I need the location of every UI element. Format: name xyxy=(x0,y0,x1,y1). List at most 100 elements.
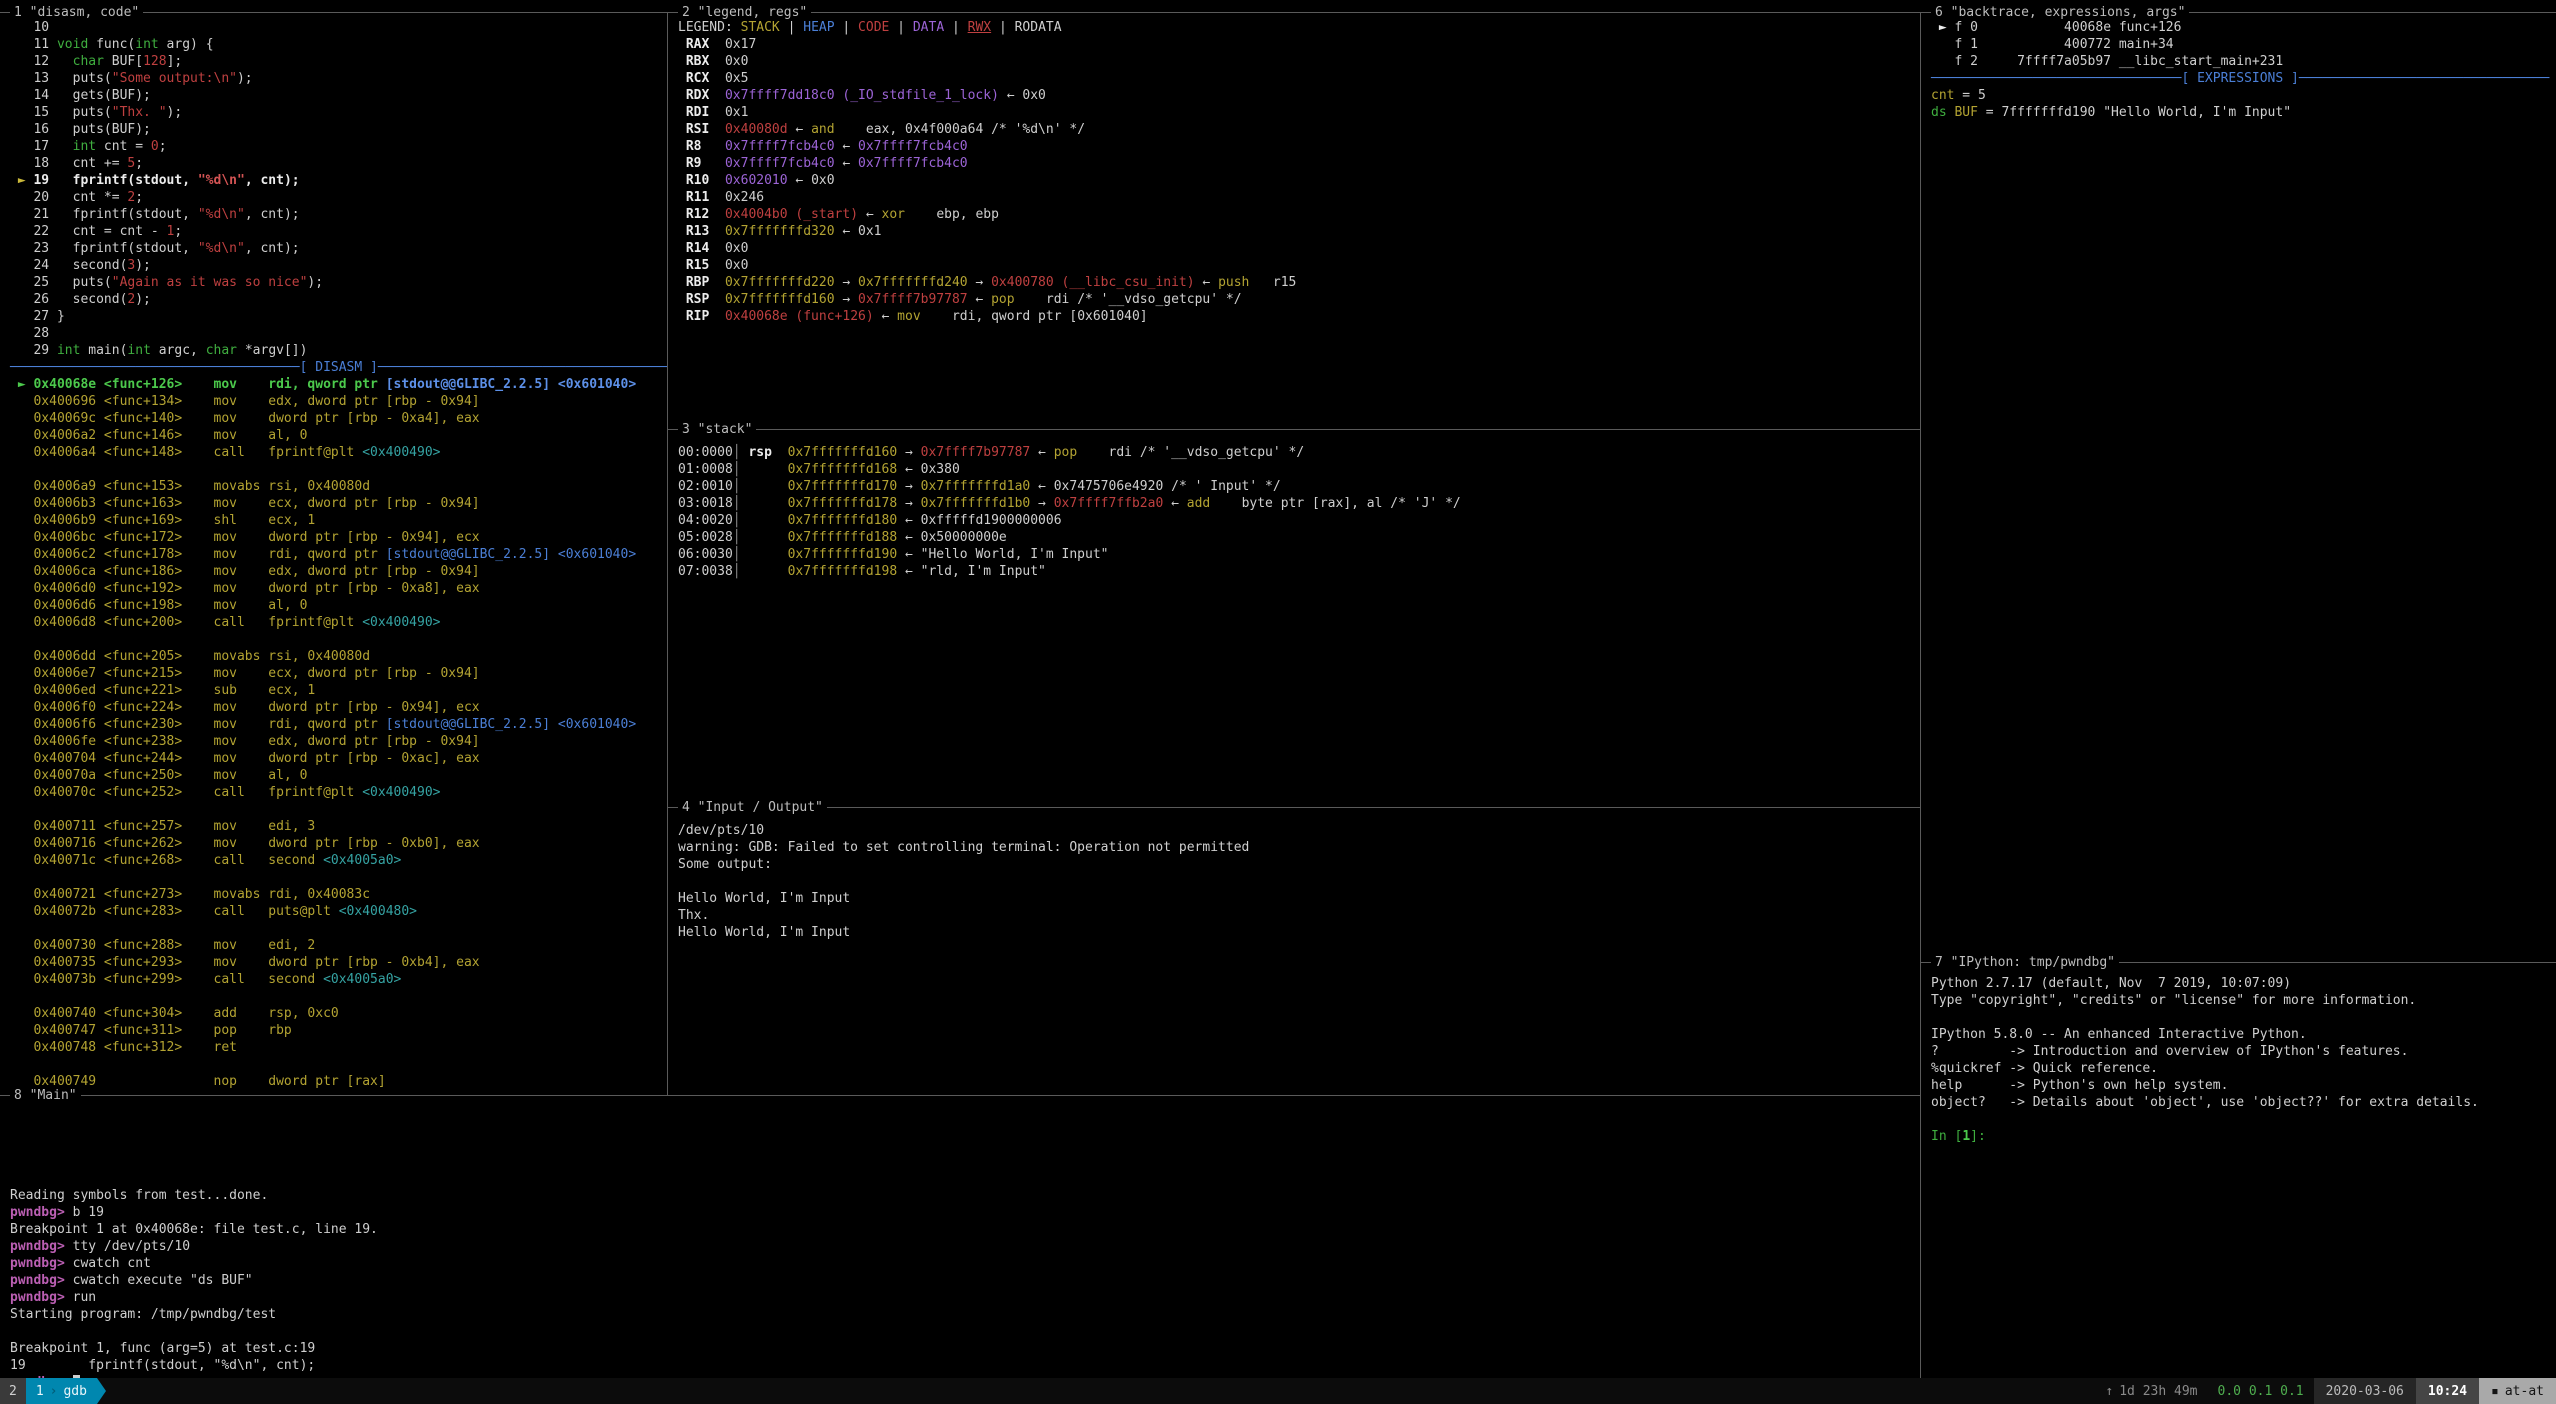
terminal-line: 21 fprintf(stdout, "%d\n", cnt); xyxy=(10,206,657,223)
terminal-line: 07:0038│ 0x7fffffffd198 ← "rld, I'm Inpu… xyxy=(678,563,1910,580)
terminal-line: 20 cnt *= 2; xyxy=(10,189,657,206)
terminal-line: 15 puts("Thx. "); xyxy=(10,104,657,121)
terminal-line: 0x40069c <func+140> mov dword ptr [rbp -… xyxy=(10,410,657,427)
uptime-text: ↑ 1d 23h 49m xyxy=(2095,1378,2207,1404)
terminal-line: 0x40070c <func+252> call fprintf@plt <0x… xyxy=(10,784,657,801)
terminal-line xyxy=(10,1136,1910,1153)
terminal-line: 01:0008│ 0x7fffffffd168 ← 0x380 xyxy=(678,461,1910,478)
terminal-line: Some output: xyxy=(678,856,1910,873)
terminal-line: warning: GDB: Failed to set controlling … xyxy=(678,839,1910,856)
terminal-line xyxy=(10,988,657,1005)
terminal-line xyxy=(10,461,657,478)
backtrace-output: ► f 0 40068e func+126 f 1 400772 main+34… xyxy=(1921,13,2556,962)
pane-stack[interactable]: 3 "stack" 00:0000│ rsp 0x7fffffffd160 → … xyxy=(668,429,1920,807)
terminal-line: 11 void func(int arg) { xyxy=(10,36,657,53)
terminal-line: 00:0000│ rsp 0x7fffffffd160 → 0x7ffff7b9… xyxy=(678,444,1910,461)
terminal-line: 0x400696 <func+134> mov edx, dword ptr [… xyxy=(10,393,657,410)
uptime-value: 1d 23h 49m xyxy=(2119,1384,2197,1399)
terminal-line: 0x4006b3 <func+163> mov ecx, dword ptr [… xyxy=(10,495,657,512)
uptime-arrow-icon: ↑ xyxy=(2105,1384,2113,1399)
program-io-output: /dev/pts/10warning: GDB: Failed to set c… xyxy=(668,808,1920,1095)
terminal-line: ds BUF = 7fffffffd190 "Hello World, I'm … xyxy=(1931,104,2546,121)
terminal-line: 26 second(2); xyxy=(10,291,657,308)
terminal-line: 0x400749 nop dword ptr [rax] xyxy=(10,1073,657,1090)
terminal-line xyxy=(10,1323,1910,1340)
terminal-line: Breakpoint 1, func (arg=5) at test.c:19 xyxy=(10,1340,1910,1357)
terminal-line: ─────────────────────────────────────[ D… xyxy=(10,359,657,376)
terminal-line: 0x4006d6 <func+198> mov al, 0 xyxy=(10,597,657,614)
terminal-line xyxy=(10,1153,1910,1170)
hostname-badge: ▪at-at xyxy=(2479,1378,2556,1404)
terminal-line: help -> Python's own help system. xyxy=(1931,1077,2546,1094)
terminal-line: RSP 0x7fffffffd160 → 0x7ffff7b97787 ← po… xyxy=(678,291,1910,308)
terminal-line: 0x4006d0 <func+192> mov dword ptr [rbp -… xyxy=(10,580,657,597)
terminal-line xyxy=(10,801,657,818)
terminal-line: f 1 400772 main+34 xyxy=(1931,36,2546,53)
terminal-line: RAX 0x17 xyxy=(678,36,1910,53)
terminal-line: 0x4006a2 <func+146> mov al, 0 xyxy=(10,427,657,444)
terminal-line: 10 xyxy=(10,19,657,36)
terminal-line: 22 cnt = cnt - 1; xyxy=(10,223,657,240)
pane-title-input-output: 4 "Input / Output" xyxy=(678,799,827,816)
terminal-line: IPython 5.8.0 -- An enhanced Interactive… xyxy=(1931,1026,2546,1043)
terminal-line: 0x4006d8 <func+200> call fprintf@plt <0x… xyxy=(10,614,657,631)
terminal-line: 12 char BUF[128]; xyxy=(10,53,657,70)
terminal-line: 14 gets(BUF); xyxy=(10,87,657,104)
terminal-line: Python 2.7.17 (default, Nov 7 2019, 10:0… xyxy=(1931,975,2546,992)
session-badge[interactable]: 2 xyxy=(0,1378,26,1404)
terminal-line: RDI 0x1 xyxy=(678,104,1910,121)
terminal-line: R13 0x7fffffffd320 ← 0x1 xyxy=(678,223,1910,240)
terminal-line: 0x400721 <func+273> movabs rdi, 0x40083c xyxy=(10,886,657,903)
terminal-line: 04:0020│ 0x7fffffffd180 ← 0xfffffd190000… xyxy=(678,512,1910,529)
powerline-arrow-icon xyxy=(97,1378,106,1404)
terminal-line: Breakpoint 1 at 0x40068e: file test.c, l… xyxy=(10,1221,1910,1238)
terminal-line: 0x4006c2 <func+178> mov rdi, qword ptr [… xyxy=(10,546,657,563)
disasm-code-output: 10 11 void func(int arg) { 12 char BUF[1… xyxy=(0,13,667,1095)
terminal-line: 0x4006dd <func+205> movabs rsi, 0x40080d xyxy=(10,648,657,665)
pane-input-output[interactable]: 4 "Input / Output" /dev/pts/10warning: G… xyxy=(668,807,1920,1095)
terminal-line: 0x400735 <func+293> mov dword ptr [rbp -… xyxy=(10,954,657,971)
clock-text: 10:24 xyxy=(2416,1378,2479,1404)
terminal-line: 0x400716 <func+262> mov dword ptr [rbp -… xyxy=(10,835,657,852)
window-name: gdb xyxy=(63,1384,86,1399)
pane-ipython[interactable]: 7 "IPython: tmp/pwndbg" Python 2.7.17 (d… xyxy=(1920,962,2556,1378)
pane-title-stack: 3 "stack" xyxy=(678,421,756,438)
status-right: ↑1d 23h 49m 0.0 0.1 0.1 2020-03-06 10:24… xyxy=(2095,1378,2556,1404)
terminal-line: Starting program: /tmp/pwndbg/test xyxy=(10,1306,1910,1323)
pane-legend-regs[interactable]: 2 "legend, regs" LEGEND: STACK | HEAP | … xyxy=(668,12,1920,429)
pane-backtrace-expressions[interactable]: 6 "backtrace, expressions, args" ► f 0 4… xyxy=(1920,12,2556,962)
terminal-line: ? -> Introduction and overview of IPytho… xyxy=(1931,1043,2546,1060)
terminal-line: 0x4006bc <func+172> mov dword ptr [rbp -… xyxy=(10,529,657,546)
terminal-line xyxy=(10,920,657,937)
terminal-line: RDX 0x7ffff7dd18c0 (_IO_stdfile_1_lock) … xyxy=(678,87,1910,104)
terminal-line: 03:0018│ 0x7fffffffd178 → 0x7fffffffd1b0… xyxy=(678,495,1910,512)
pane-main-gdb[interactable]: 8 "Main" Reading symbols from test...don… xyxy=(0,1095,1920,1378)
terminal-line: pwndbg> cwatch cnt xyxy=(10,1255,1910,1272)
terminal-line: 13 puts("Some output:\n"); xyxy=(10,70,657,87)
terminal-line: LEGEND: STACK | HEAP | CODE | DATA | RWX… xyxy=(678,19,1910,36)
pane-title-legend-regs: 2 "legend, regs" xyxy=(678,4,811,21)
terminal-line: f 2 7ffff7a05b97 __libc_start_main+231 xyxy=(1931,53,2546,70)
terminal-line: 0x4006a4 <func+148> call fprintf@plt <0x… xyxy=(10,444,657,461)
terminal-line: 0x400747 <func+311> pop rbp xyxy=(10,1022,657,1039)
hostname-value: at-at xyxy=(2505,1384,2544,1399)
terminal-line: cnt = 5 xyxy=(1931,87,2546,104)
terminal-line: RBX 0x0 xyxy=(678,53,1910,70)
pane-disasm-code[interactable]: 1 "disasm, code" 10 11 void func(int arg… xyxy=(0,12,668,1095)
terminal-line: Hello World, I'm Input xyxy=(678,924,1910,941)
terminal-line: object? -> Details about 'object', use '… xyxy=(1931,1094,2546,1111)
pane-title-main: 8 "Main" xyxy=(10,1087,81,1104)
terminal-line xyxy=(10,1170,1910,1187)
terminal-line: 28 xyxy=(10,325,657,342)
terminal-line: ► f 0 40068e func+126 xyxy=(1931,19,2546,36)
window-tab-gdb[interactable]: 1›gdb xyxy=(26,1378,97,1404)
ipython-output: Python 2.7.17 (default, Nov 7 2019, 10:0… xyxy=(1921,963,2556,1378)
gdb-console-output: Reading symbols from test...done.pwndbg>… xyxy=(0,1096,1920,1378)
terminal-line: ► 0x40068e <func+126> mov rdi, qword ptr… xyxy=(10,376,657,393)
pane-title-disasm-code: 1 "disasm, code" xyxy=(10,4,143,21)
terminal-line: 17 int cnt = 0; xyxy=(10,138,657,155)
terminal-line: 0x40073b <func+299> call second <0x4005a… xyxy=(10,971,657,988)
terminal-line: 18 cnt += 5; xyxy=(10,155,657,172)
tmux-status-bar: 2 1›gdb ↑1d 23h 49m 0.0 0.1 0.1 2020-03-… xyxy=(0,1378,2556,1404)
terminal-line: 0x40072b <func+283> call puts@plt <0x400… xyxy=(10,903,657,920)
